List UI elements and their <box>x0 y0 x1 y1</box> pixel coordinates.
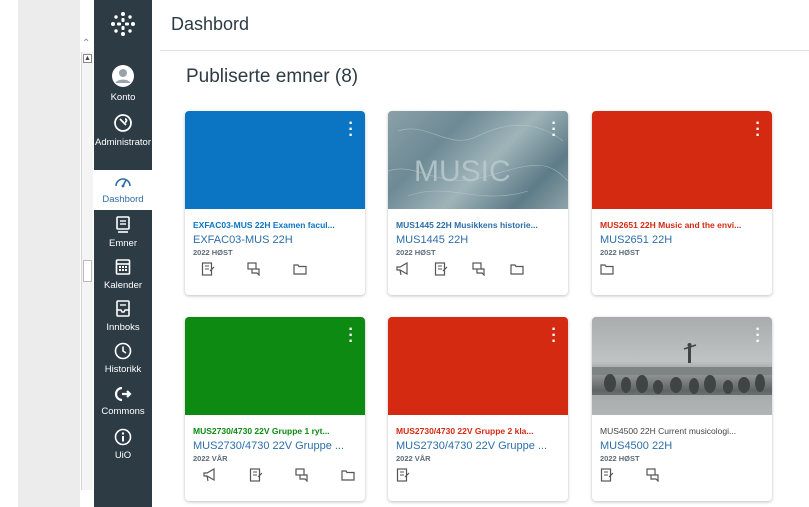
course-short-name[interactable]: MUS2651 22H <box>600 234 672 246</box>
files-icon[interactable] <box>600 262 616 278</box>
course-card-hero[interactable] <box>592 317 772 415</box>
nav-item-uio[interactable]: UiO <box>94 428 152 468</box>
music-hero-text: MUSIC <box>414 155 511 188</box>
course-code[interactable]: MUS1445 22H Musikkens historie... <box>396 220 561 230</box>
nav-label: Historikk <box>104 364 142 375</box>
nav-label: Dashbord <box>102 194 144 205</box>
scrollbar[interactable]: ▲ <box>81 52 93 490</box>
commons-icon <box>94 386 152 405</box>
nav-item-commons[interactable]: Commons <box>94 386 152 426</box>
course-short-name[interactable]: MUS2730/4730 22V Gruppe ... <box>193 440 344 452</box>
course-card-hero[interactable] <box>388 317 568 415</box>
course-card-hero[interactable] <box>185 111 365 209</box>
nav-label: Innboks <box>106 322 140 333</box>
course-card-hero[interactable] <box>592 111 772 209</box>
course-short-name[interactable]: EXFAC03-MUS 22H <box>193 234 293 246</box>
assignments-icon[interactable] <box>434 262 450 278</box>
files-icon[interactable] <box>293 262 309 278</box>
assignments-icon[interactable] <box>600 468 616 484</box>
nav-item-innboks[interactable]: Innboks <box>94 300 152 340</box>
kebab-menu-icon[interactable]: · · · <box>345 322 357 350</box>
course-term: 2022 VÅR <box>193 454 228 463</box>
kebab-menu-icon[interactable]: · · · <box>752 116 764 144</box>
kebab-menu-icon[interactable]: · · · <box>548 116 560 144</box>
course-code[interactable]: MUS2730/4730 22V Gruppe 1 ryt... <box>193 426 358 436</box>
discussions-icon[interactable] <box>472 262 488 278</box>
course-card[interactable]: · · · MUS2730/4730 22V Gruppe 1 ryt... MUS… <box>185 317 365 501</box>
calendar-icon <box>94 258 152 279</box>
canvas-logo-icon[interactable] <box>109 10 137 43</box>
nav-item-konto[interactable]: Konto <box>94 64 152 106</box>
course-card[interactable]: · · · MUS2730/4730 22V Gruppe 2 kla... MUS… <box>388 317 568 501</box>
files-icon[interactable] <box>510 262 526 278</box>
section-title: Publiserte emner (8) <box>186 66 359 87</box>
nav-label: Emner <box>109 238 137 249</box>
history-icon <box>94 342 152 363</box>
course-code[interactable]: MUS4500 22H Current musicologi... <box>600 426 765 436</box>
assignments-icon[interactable] <box>396 468 412 484</box>
outer-window-gutter <box>0 0 80 507</box>
kebab-menu-icon[interactable]: · · · <box>345 116 357 144</box>
course-code[interactable]: EXFAC03-MUS 22H Examen facul... <box>193 220 358 230</box>
assignments-icon[interactable] <box>201 262 217 278</box>
scroll-up-icon[interactable]: ▲ <box>83 54 92 63</box>
nav-label: Konto <box>110 92 136 103</box>
kebab-menu-icon[interactable]: · · · <box>752 322 764 350</box>
course-card[interactable]: · · · EXFAC03-MUS 22H Examen facul... EXFA… <box>185 111 365 295</box>
dashboard-icon <box>94 174 152 193</box>
course-card-hero[interactable]: MUSIC <box>388 111 568 209</box>
kebab-menu-icon[interactable]: · · · <box>548 322 560 350</box>
music-poster-image: MUSIC <box>388 125 568 197</box>
beach-people-image <box>592 343 772 415</box>
files-icon[interactable] <box>341 468 357 484</box>
announcements-icon[interactable] <box>396 261 412 278</box>
course-term: 2022 HØST <box>396 248 436 257</box>
course-short-name[interactable]: MUS4500 22H <box>600 440 672 452</box>
gutter-edge <box>0 0 18 507</box>
course-code[interactable]: MUS2651 22H Music and the envi... <box>600 220 765 230</box>
collapse-chevron-icon[interactable]: ⌃ <box>82 38 90 49</box>
course-short-name[interactable]: MUS1445 22H <box>396 234 468 246</box>
course-card-hero[interactable] <box>185 317 365 415</box>
nav-item-administrator[interactable]: Administrator <box>94 113 152 165</box>
discussions-icon[interactable] <box>646 468 662 484</box>
scroll-thumb[interactable] <box>83 260 92 282</box>
course-card[interactable]: · · · MUS2651 22H Music and the envi... MU… <box>592 111 772 295</box>
course-term: 2022 HØST <box>600 454 640 463</box>
app-window: ⌃ ▲ Konto Administrator Dashbord Emner K… <box>0 0 809 507</box>
page-title: Dashbord <box>171 14 250 34</box>
nav-item-dashbord[interactable]: Dashbord <box>94 170 152 210</box>
help-icon <box>94 428 152 449</box>
nav-item-kalender[interactable]: Kalender <box>94 258 152 298</box>
course-card[interactable]: MUSIC · · · MUS1445 22H Musikkens historie… <box>388 111 568 295</box>
nav-item-emner[interactable]: Emner <box>94 216 152 256</box>
nav-label: Administrator <box>95 137 151 148</box>
nav-label: Kalender <box>103 280 143 291</box>
course-term: 2022 HØST <box>600 248 640 257</box>
course-short-name[interactable]: MUS2730/4730 22V Gruppe ... <box>396 440 547 452</box>
discussions-icon[interactable] <box>295 468 311 484</box>
course-code[interactable]: MUS2730/4730 22V Gruppe 2 kla... <box>396 426 561 436</box>
announcements-icon[interactable] <box>203 467 219 484</box>
account-icon <box>94 64 152 91</box>
course-term: 2022 VÅR <box>396 454 431 463</box>
header-divider <box>160 50 809 51</box>
global-nav: Konto Administrator Dashbord Emner Kalen <box>94 0 152 507</box>
nav-item-historikk[interactable]: Historikk <box>94 342 152 382</box>
nav-label: UiO <box>114 450 132 461</box>
courses-icon <box>94 216 152 237</box>
course-card[interactable]: · · · MUS4500 22H Current musicologi... MU… <box>592 317 772 501</box>
course-term: 2022 HØST <box>193 248 233 257</box>
admin-icon <box>94 113 152 136</box>
nav-label: Commons <box>101 406 145 417</box>
assignments-icon[interactable] <box>249 468 265 484</box>
inbox-icon <box>94 300 152 321</box>
discussions-icon[interactable] <box>247 262 263 278</box>
